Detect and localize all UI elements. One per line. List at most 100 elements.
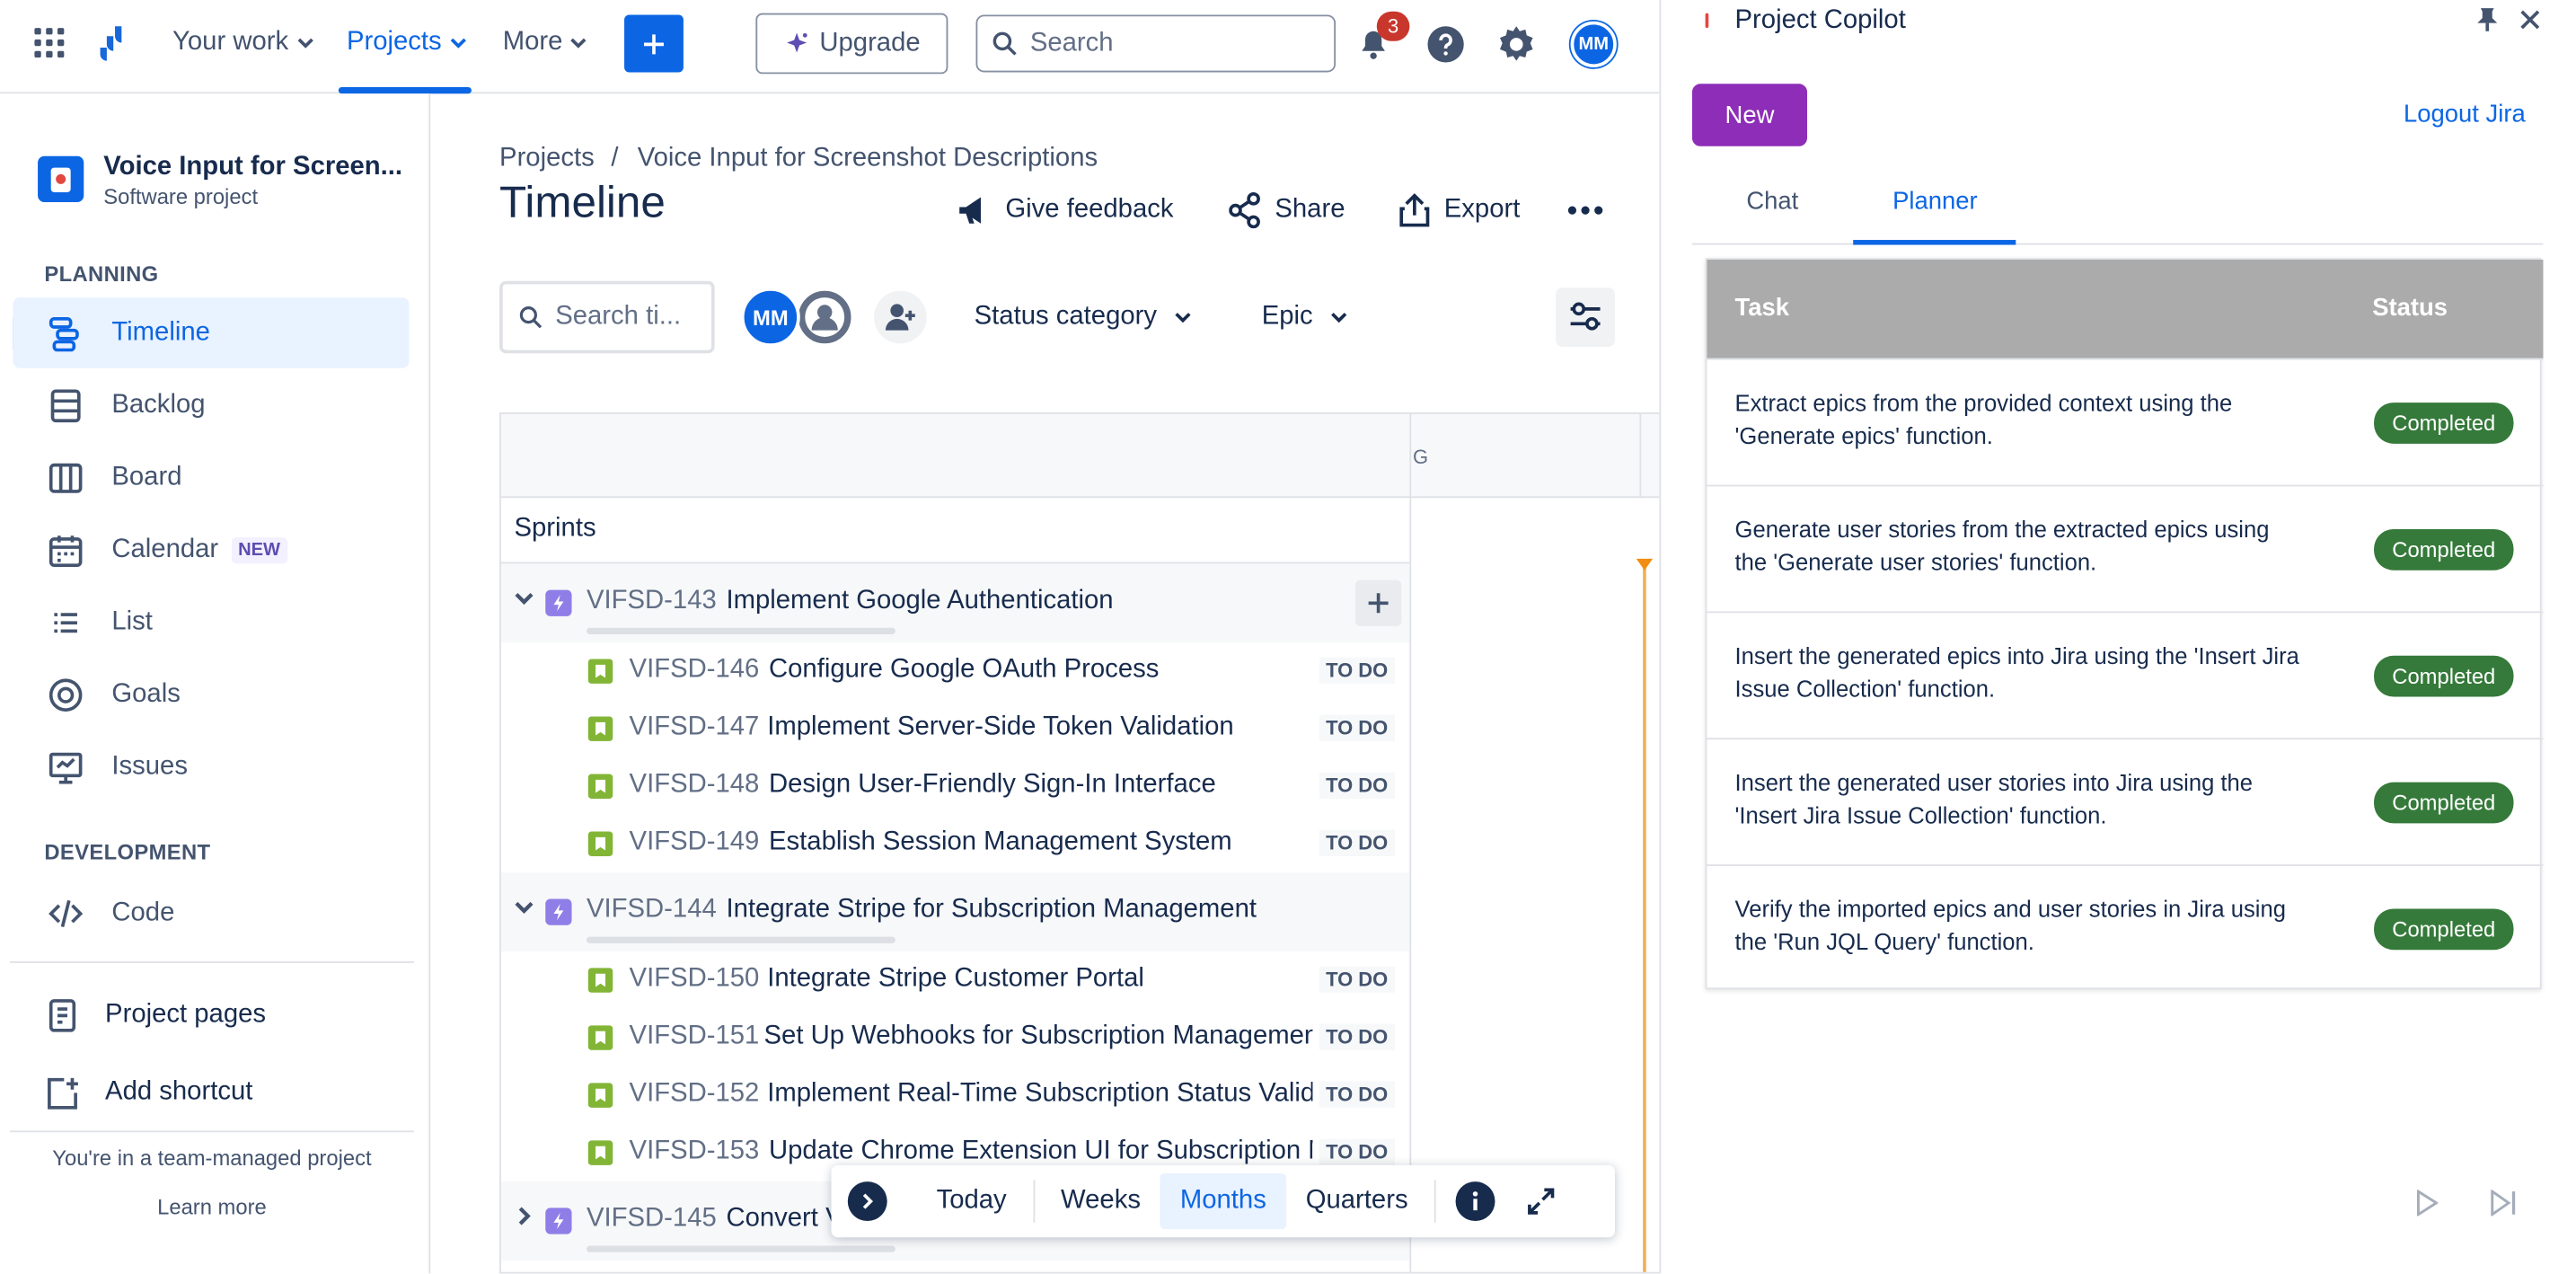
story-row[interactable]: VIFSD-150 Integrate Stripe Customer Port… — [501, 951, 1409, 1009]
pin-icon[interactable] — [2473, 4, 2502, 34]
story-title[interactable]: Set Up Webhooks for Subscription Managem… — [764, 1022, 1313, 1052]
epic-key[interactable]: VIFSD-145 — [587, 1205, 717, 1234]
view-settings-button[interactable] — [1556, 288, 1616, 347]
story-key[interactable]: VIFSD-147 — [630, 713, 760, 743]
status-category-filter[interactable]: Status category — [975, 303, 1194, 332]
settings-gear-icon[interactable] — [1495, 23, 1538, 66]
status-category-label: Status category — [974, 302, 1158, 331]
story-key[interactable]: VIFSD-146 — [630, 656, 760, 686]
epic-key[interactable]: VIFSD-144 — [587, 896, 717, 925]
projects-menu[interactable]: Projects — [347, 28, 468, 58]
timeline-search-input[interactable]: Search ti... — [499, 280, 715, 354]
add-people-icon[interactable] — [870, 288, 931, 347]
story-row[interactable]: VIFSD-152 Implement Real-Time Subscripti… — [501, 1066, 1409, 1124]
story-key[interactable]: VIFSD-150 — [630, 965, 760, 995]
sidebar-item-label: Goals — [111, 679, 181, 708]
sidebar-item-backlog[interactable]: Backlog — [13, 370, 410, 441]
story-title[interactable]: Design User-Friendly Sign-In Interface — [769, 771, 1216, 801]
close-icon[interactable] — [2515, 4, 2545, 34]
story-row[interactable]: VIFSD-147 Implement Server-Side Token Va… — [501, 700, 1409, 757]
epic-title[interactable]: Integrate Stripe for Subscription Manage… — [726, 896, 1257, 925]
sidebar-item-goals[interactable]: Goals — [13, 659, 410, 730]
epic-filter[interactable]: Epic — [1262, 303, 1349, 332]
expand-fullscreen-icon[interactable] — [1522, 1181, 1561, 1221]
story-row[interactable]: VIFSD-151 Set Up Webhooks for Subscripti… — [501, 1009, 1409, 1066]
sidebar-item-add-shortcut[interactable]: Add shortcut — [13, 1057, 410, 1128]
plus-icon — [1367, 591, 1390, 615]
play-icon[interactable] — [2410, 1187, 2443, 1220]
story-title[interactable]: Integrate Stripe Customer Portal — [767, 965, 1144, 995]
tabs-divider — [1691, 243, 2544, 245]
sidebar-item-board[interactable]: Board — [13, 442, 410, 513]
more-actions-icon[interactable] — [1566, 190, 1605, 230]
story-key[interactable]: VIFSD-152 — [630, 1080, 760, 1110]
tab-planner[interactable]: Planner — [1892, 188, 1978, 216]
learn-more-link[interactable]: Learn more — [0, 1195, 424, 1219]
sidebar-item-calendar[interactable]: Calendar NEW — [13, 515, 410, 586]
help-icon[interactable] — [1425, 23, 1468, 66]
info-icon[interactable] — [1455, 1181, 1495, 1222]
sprints-row[interactable]: Sprints — [500, 498, 1410, 564]
story-key[interactable]: VIFSD-149 — [630, 828, 760, 858]
task-description: Insert the generated user stories into J… — [1734, 769, 2254, 828]
upgrade-button[interactable]: Upgrade — [755, 13, 948, 75]
story-bookmark-icon — [587, 774, 613, 799]
user-avatar[interactable]: MM — [1570, 21, 1617, 67]
story-row[interactable]: VIFSD-146 Configure Google OAuth Process… — [501, 642, 1409, 700]
give-feedback-button[interactable]: Give feedback — [957, 192, 1173, 228]
sidebar-item-issues[interactable]: Issues — [13, 731, 410, 802]
sidebar-item-list[interactable]: List — [13, 587, 410, 658]
story-title[interactable]: Implement Real-Time Subscription Status … — [767, 1080, 1312, 1110]
chevron-right-circle-icon[interactable] — [847, 1181, 887, 1222]
create-button[interactable] — [624, 14, 684, 73]
zoom-today-button[interactable]: Today — [917, 1173, 1027, 1229]
share-button[interactable]: Share — [1229, 192, 1345, 229]
sidebar-project-name[interactable]: Voice Input for Screen... — [103, 153, 402, 182]
new-chat-button[interactable]: New — [1691, 84, 1808, 146]
unassigned-avatar-icon[interactable] — [795, 288, 855, 347]
sidebar-item-timeline[interactable]: Timeline — [13, 297, 410, 368]
sidebar-project-type: Software project — [103, 183, 259, 209]
story-key[interactable]: VIFSD-151 — [630, 1022, 760, 1052]
tab-chat[interactable]: Chat — [1746, 188, 1798, 216]
chevron-down-icon[interactable] — [513, 587, 536, 610]
story-row[interactable]: VIFSD-149 Establish Session Management S… — [501, 815, 1409, 872]
epic-progress-bar — [586, 936, 895, 943]
assignee-avatar-mm[interactable]: MM — [740, 288, 800, 347]
sidebar-item-label: Calendar — [111, 535, 219, 563]
logout-jira-link[interactable]: Logout Jira — [2404, 101, 2526, 128]
story-key[interactable]: VIFSD-148 — [630, 771, 760, 801]
story-title[interactable]: Configure Google OAuth Process — [769, 656, 1159, 686]
story-title[interactable]: Update Chrome Extension UI for Subscript… — [769, 1137, 1312, 1167]
jira-logo-icon[interactable] — [92, 22, 131, 65]
story-key[interactable]: VIFSD-153 — [630, 1137, 760, 1167]
story-title[interactable]: Implement Server-Side Token Validation — [767, 713, 1233, 743]
app-switcher-icon[interactable] — [31, 24, 67, 60]
zoom-months-button[interactable]: Months — [1160, 1172, 1286, 1230]
today-marker-line — [1643, 562, 1646, 1272]
zoom-weeks-button[interactable]: Weeks — [1041, 1173, 1160, 1229]
more-menu[interactable]: More — [503, 28, 589, 58]
breadcrumb-project[interactable]: Voice Input for Screenshot Descriptions — [638, 145, 1098, 174]
sliders-icon — [1567, 301, 1603, 334]
zoom-quarters-button[interactable]: Quarters — [1286, 1173, 1428, 1229]
export-button[interactable]: Export — [1398, 192, 1520, 228]
panel-drag-handle[interactable] — [1705, 13, 1709, 29]
story-title[interactable]: Establish Session Management System — [769, 828, 1232, 858]
epic-row[interactable]: VIFSD-143 Implement Google Authenticatio… — [500, 563, 1410, 643]
plus-icon — [640, 31, 666, 57]
story-row[interactable]: VIFSD-148 Design User-Friendly Sign-In I… — [501, 757, 1409, 815]
epic-key[interactable]: VIFSD-143 — [587, 587, 717, 616]
sidebar-item-project-pages[interactable]: Project pages — [13, 979, 410, 1050]
chevron-right-icon[interactable] — [513, 1205, 536, 1228]
your-work-menu[interactable]: Your work — [172, 28, 314, 58]
epic-title[interactable]: Convert V — [726, 1205, 842, 1234]
epic-title[interactable]: Implement Google Authentication — [726, 587, 1113, 616]
sidebar-item-code[interactable]: Code — [13, 878, 410, 949]
skip-forward-icon[interactable] — [2487, 1187, 2520, 1220]
global-search-input[interactable]: Search — [975, 14, 1337, 73]
chevron-down-icon[interactable] — [513, 896, 536, 919]
add-child-button[interactable] — [1355, 579, 1402, 626]
epic-row[interactable]: VIFSD-144 Integrate Stripe for Subscript… — [500, 872, 1410, 952]
breadcrumb-projects[interactable]: Projects — [499, 145, 595, 174]
